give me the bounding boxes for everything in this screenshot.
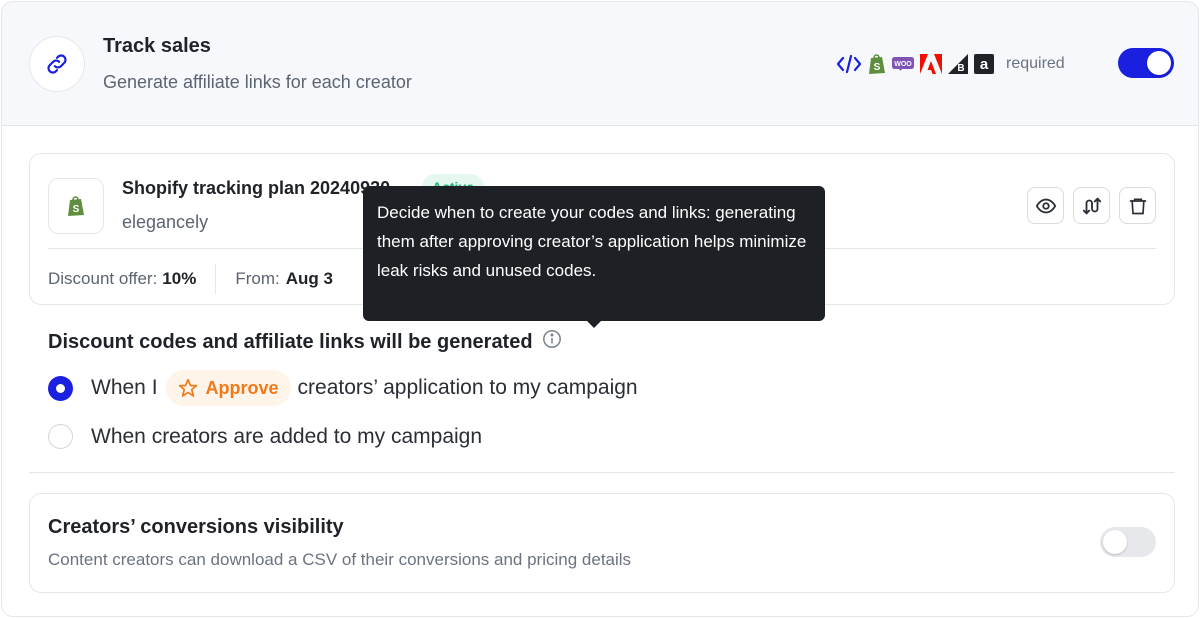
adobe-icon	[920, 53, 942, 75]
track-sales-title: Track sales	[103, 35, 211, 57]
svg-text:S: S	[874, 62, 881, 73]
plan-details: Discount offer: 10% From: Aug 3	[48, 264, 333, 294]
star-icon	[178, 378, 197, 397]
option1-prefix: When I	[91, 376, 158, 399]
trash-icon	[1129, 198, 1146, 214]
shopify-icon: S	[868, 53, 886, 75]
code-icon	[836, 53, 862, 75]
radio-on-add[interactable]	[48, 424, 73, 449]
plan-store-name: elegancely	[122, 212, 209, 232]
info-icon[interactable]	[542, 329, 562, 355]
conversions-visibility-card: Creators’ conversions visibility Content…	[29, 493, 1175, 593]
tooltip-text: Decide when to create your codes and lin…	[377, 203, 807, 280]
amazon-icon: a	[974, 53, 994, 75]
generation-heading: Discount codes and affiliate links will …	[48, 329, 562, 355]
option-on-add[interactable]: When creators are added to my campaign	[48, 424, 482, 449]
plan-actions	[1027, 187, 1156, 224]
svg-text:WOO: WOO	[894, 61, 912, 68]
from-label: From:	[235, 269, 280, 288]
option-on-approve[interactable]: When I Approve creators’ application to …	[48, 370, 638, 406]
required-label: required	[1006, 55, 1065, 72]
eye-icon	[1035, 198, 1056, 213]
approve-pill: Approve	[165, 370, 291, 406]
integrations-list: S WOO B a required	[836, 52, 1065, 76]
track-sales-header: Track sales Generate affiliate links for…	[2, 2, 1198, 126]
option2-label: When creators are added to my campaign	[91, 424, 483, 448]
approve-label: Approve	[205, 377, 279, 398]
svg-text:a: a	[980, 56, 989, 73]
link-icon	[29, 36, 85, 92]
visibility-toggle[interactable]	[1100, 527, 1156, 557]
discount-label: Discount offer:	[48, 269, 158, 288]
tooltip-arrow	[587, 321, 601, 328]
toggle-knob	[1103, 530, 1127, 554]
from-value: Aug 3	[285, 269, 333, 288]
visibility-title: Creators’ conversions visibility	[48, 516, 344, 538]
section-divider	[29, 472, 1175, 473]
view-button[interactable]	[1027, 187, 1064, 224]
separator	[215, 264, 217, 294]
visibility-subtitle: Content creators can download a CSV of t…	[48, 550, 632, 569]
svg-text:S: S	[73, 204, 80, 215]
svg-text:B: B	[957, 63, 964, 74]
option1-suffix: creators’ application to my campaign	[297, 376, 638, 399]
toggle-knob	[1147, 51, 1171, 75]
track-sales-subtitle: Generate affiliate links for each creato…	[103, 72, 412, 92]
woocommerce-icon: WOO	[892, 53, 914, 75]
radio-on-approve[interactable]	[48, 375, 73, 401]
generation-title: Discount codes and affiliate links will …	[48, 330, 533, 353]
track-sales-toggle[interactable]	[1118, 48, 1174, 78]
delete-button[interactable]	[1119, 187, 1156, 224]
bigcommerce-icon: B	[948, 53, 968, 75]
swap-icon	[1082, 197, 1101, 214]
plan-title: Shopify tracking plan 20240930	[122, 178, 391, 198]
switch-plan-button[interactable]	[1073, 187, 1110, 224]
shopify-logo-icon: S	[48, 178, 104, 234]
discount-value: 10%	[162, 269, 197, 288]
info-tooltip: Decide when to create your codes and lin…	[363, 186, 825, 328]
